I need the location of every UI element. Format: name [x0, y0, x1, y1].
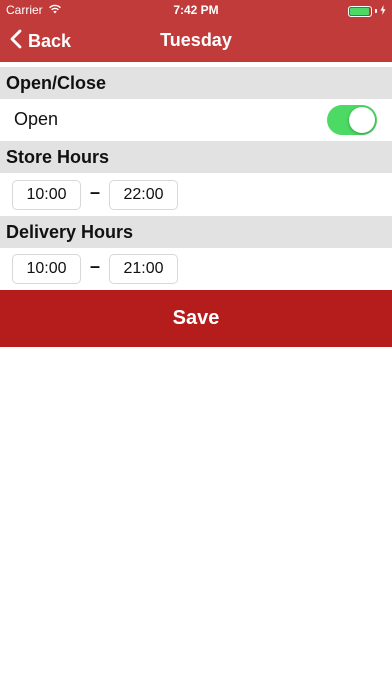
delivery-hours-separator: – [89, 256, 100, 276]
save-button[interactable]: Save [0, 290, 392, 347]
store-hours-row: 10:00 – 22:00 [0, 174, 392, 216]
section-header-open-close: Open/Close [0, 67, 392, 99]
battery-icon [348, 5, 372, 17]
battery-tip [375, 9, 377, 13]
page-title: Tuesday [160, 30, 232, 50]
section-header-delivery-hours: Delivery Hours [0, 216, 392, 248]
delivery-close-time-field[interactable]: 21:00 [109, 254, 178, 284]
status-time: 7:42 PM [173, 3, 219, 17]
status-bar: Carrier 7:42 PM [0, 0, 392, 20]
store-close-time-field[interactable]: 22:00 [109, 180, 178, 210]
charging-icon [380, 4, 386, 18]
delivery-hours-row: 10:00 – 21:00 [0, 248, 392, 290]
navigation-bar: Back Tuesday [0, 20, 392, 62]
open-toggle[interactable] [327, 105, 377, 135]
toggle-knob [349, 107, 375, 133]
delivery-open-time-field[interactable]: 10:00 [12, 254, 81, 284]
status-right [348, 4, 386, 18]
section-header-store-hours: Store Hours [0, 141, 392, 173]
store-hours-separator: – [89, 182, 100, 202]
battery-fill [350, 7, 369, 15]
store-open-time-field[interactable]: 10:00 [12, 180, 81, 210]
top-bar: Carrier 7:42 PM Back Tuesday [0, 0, 392, 62]
open-label: Open [14, 109, 59, 129]
open-row: Open [0, 99, 392, 141]
